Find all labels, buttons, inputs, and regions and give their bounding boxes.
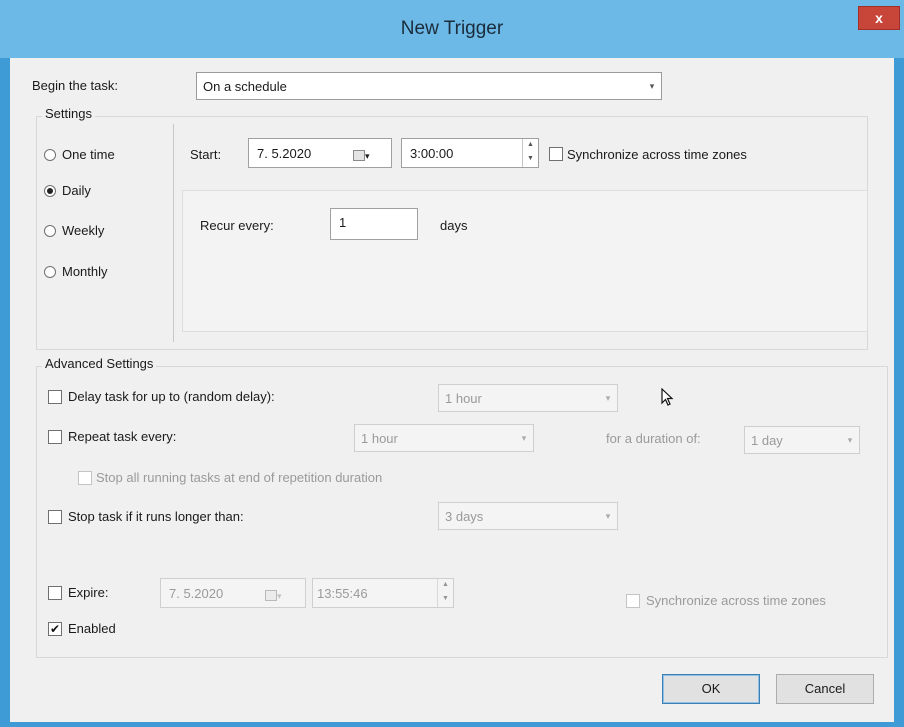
stop-longer-select[interactable]: 3 days ▾ bbox=[438, 502, 618, 530]
recur-label: Recur every: bbox=[200, 218, 274, 233]
stop-all-checkbox[interactable] bbox=[78, 471, 92, 485]
spin-down-icon[interactable]: ▼ bbox=[438, 593, 453, 607]
radio-monthly[interactable] bbox=[44, 266, 56, 278]
settings-divider bbox=[173, 124, 174, 342]
expire-time-value: 13:55:46 bbox=[317, 586, 368, 601]
expire-sync-checkbox[interactable] bbox=[626, 594, 640, 608]
spin-up-icon[interactable]: ▲ bbox=[523, 139, 538, 153]
close-button[interactable]: x bbox=[858, 6, 900, 30]
radio-one-time-label: One time bbox=[62, 147, 115, 162]
dialog-body: Begin the task: On a schedule ▾ Settings… bbox=[10, 58, 894, 722]
radio-one-time[interactable] bbox=[44, 149, 56, 161]
start-label: Start: bbox=[190, 147, 222, 162]
sync-checkbox[interactable] bbox=[549, 147, 563, 161]
repeat-label: Repeat task every: bbox=[68, 429, 177, 444]
sync-label: Synchronize across time zones bbox=[567, 147, 747, 162]
title-bar: New Trigger x bbox=[0, 0, 904, 58]
calendar-icon[interactable]: ▾ bbox=[353, 147, 370, 162]
time-spinner[interactable]: ▲ ▼ bbox=[437, 579, 453, 607]
delay-label: Delay task for up to (random delay): bbox=[68, 389, 275, 404]
radio-weekly-label: Weekly bbox=[62, 223, 105, 238]
begin-task-select[interactable]: On a schedule ▾ bbox=[196, 72, 662, 100]
spin-up-icon[interactable]: ▲ bbox=[438, 579, 453, 593]
stop-longer-label: Stop task if it runs longer than: bbox=[68, 509, 244, 524]
settings-legend: Settings bbox=[42, 106, 95, 121]
ok-button[interactable]: OK bbox=[662, 674, 760, 704]
arrow-cursor-icon bbox=[661, 388, 674, 406]
repeat-value: 1 hour bbox=[361, 430, 398, 446]
enabled-label: Enabled bbox=[68, 621, 116, 636]
begin-task-value: On a schedule bbox=[203, 78, 287, 94]
duration-select[interactable]: 1 day ▾ bbox=[744, 426, 860, 454]
chevron-down-icon: ▾ bbox=[605, 392, 611, 403]
expire-checkbox[interactable] bbox=[48, 586, 62, 600]
start-date-value: 7. 5.2020 bbox=[257, 146, 312, 161]
stop-all-label: Stop all running tasks at end of repetit… bbox=[96, 470, 383, 485]
spin-down-icon[interactable]: ▼ bbox=[523, 153, 538, 167]
stop-longer-checkbox[interactable] bbox=[48, 510, 62, 524]
duration-value: 1 day bbox=[751, 432, 783, 448]
repeat-select[interactable]: 1 hour ▾ bbox=[354, 424, 534, 452]
cancel-button[interactable]: Cancel bbox=[776, 674, 874, 704]
recur-unit: days bbox=[440, 218, 468, 233]
radio-daily-label: Daily bbox=[62, 183, 91, 198]
stop-longer-value: 3 days bbox=[445, 508, 484, 524]
start-time-value: 3:00:00 bbox=[410, 146, 454, 161]
begin-task-label: Begin the task: bbox=[32, 78, 118, 93]
delay-checkbox[interactable] bbox=[48, 390, 62, 404]
chevron-down-icon: ▾ bbox=[649, 80, 655, 91]
start-time-field[interactable]: 3:00:00 ▲ ▼ bbox=[401, 138, 539, 168]
expire-time-field[interactable]: 13:55:46 ▲ ▼ bbox=[312, 578, 454, 608]
expire-date-value: 7. 5.2020 bbox=[169, 586, 224, 601]
radio-weekly[interactable] bbox=[44, 225, 56, 237]
advanced-settings-legend: Advanced Settings bbox=[42, 356, 157, 371]
time-spinner[interactable]: ▲ ▼ bbox=[522, 139, 538, 167]
start-date-picker[interactable]: 7. 5.2020 ▾ bbox=[248, 138, 392, 168]
enabled-checkbox[interactable]: ✔ bbox=[48, 622, 62, 636]
chevron-down-icon: ▾ bbox=[605, 510, 611, 521]
calendar-icon[interactable]: ▾ bbox=[265, 587, 282, 602]
chevron-down-icon: ▾ bbox=[521, 432, 527, 443]
repeat-checkbox[interactable] bbox=[48, 430, 62, 444]
delay-select[interactable]: 1 hour ▾ bbox=[438, 384, 618, 412]
delay-value: 1 hour bbox=[445, 390, 482, 406]
expire-date-picker[interactable]: 7. 5.2020 ▾ bbox=[160, 578, 306, 608]
radio-monthly-label: Monthly bbox=[62, 264, 108, 279]
expire-label: Expire: bbox=[68, 585, 109, 600]
recur-input[interactable]: 1 bbox=[330, 208, 418, 240]
expire-sync-label: Synchronize across time zones bbox=[646, 593, 826, 608]
duration-label: for a duration of: bbox=[606, 431, 701, 446]
recur-panel bbox=[182, 190, 868, 332]
chevron-down-icon: ▾ bbox=[847, 434, 853, 445]
radio-daily[interactable] bbox=[44, 185, 56, 197]
window-title: New Trigger bbox=[400, 18, 504, 39]
